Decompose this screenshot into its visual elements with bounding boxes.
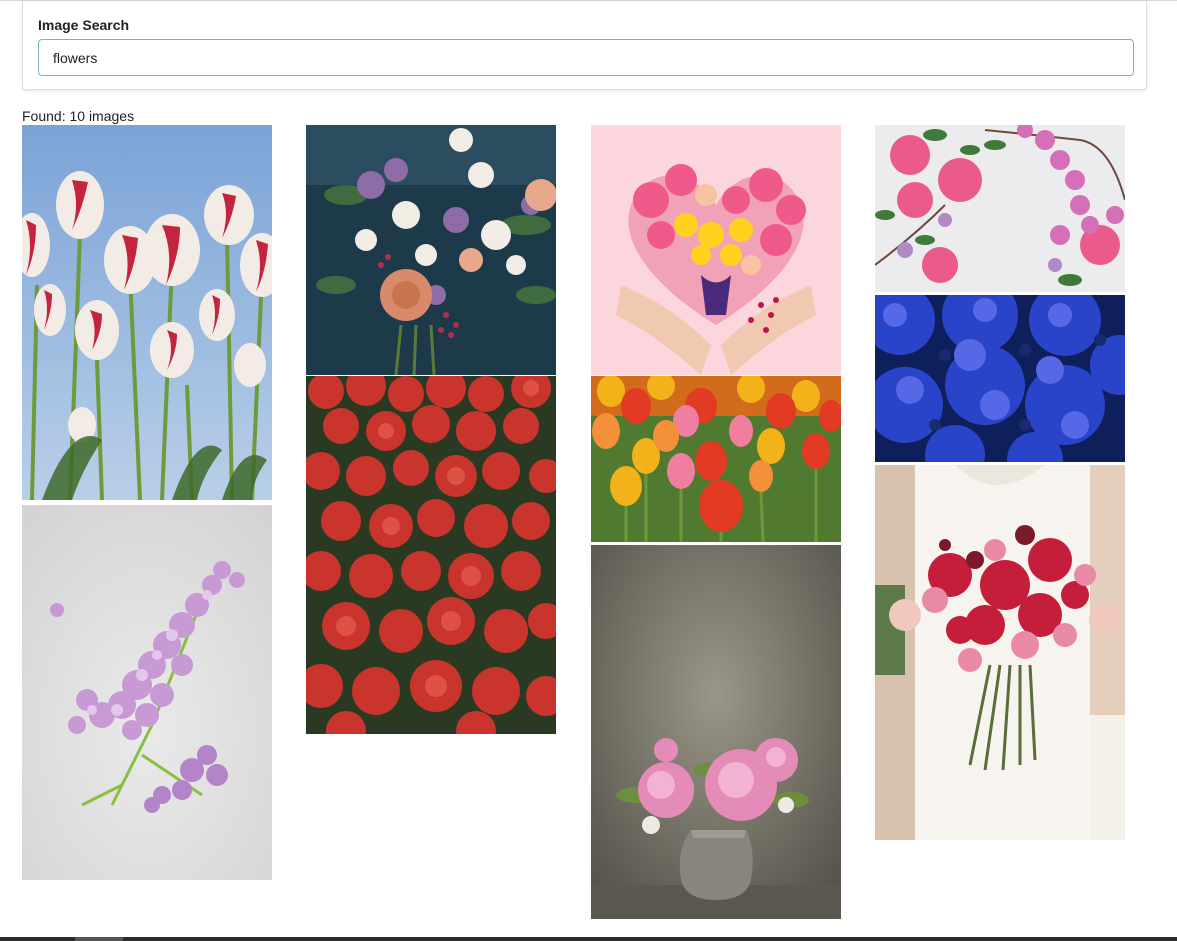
image-tile-lilac[interactable] [22, 505, 272, 880]
search-label: Image Search [38, 17, 130, 33]
image-tile-colorful-tulips[interactable] [591, 376, 841, 542]
scrollbar-thumb[interactable] [75, 937, 123, 941]
search-panel: Image Search [22, 1, 1147, 90]
image-tile-heart-flowers[interactable] [591, 125, 841, 375]
image-tile-bouquet-mixed[interactable] [306, 125, 556, 375]
results-count: Found: 10 images [22, 108, 135, 124]
image-tile-peonies-vase[interactable] [591, 545, 841, 919]
horizontal-scrollbar[interactable] [0, 937, 1177, 941]
image-tile-pink-flowers-flatlay[interactable] [875, 125, 1125, 292]
image-tile-red-begonias[interactable] [306, 376, 556, 734]
image-tile-wedding-bouquet[interactable] [875, 465, 1125, 840]
image-tile-tulips-white-red[interactable] [22, 125, 272, 500]
image-tile-blue-hydrangea[interactable] [875, 295, 1125, 462]
search-input[interactable] [38, 39, 1134, 76]
